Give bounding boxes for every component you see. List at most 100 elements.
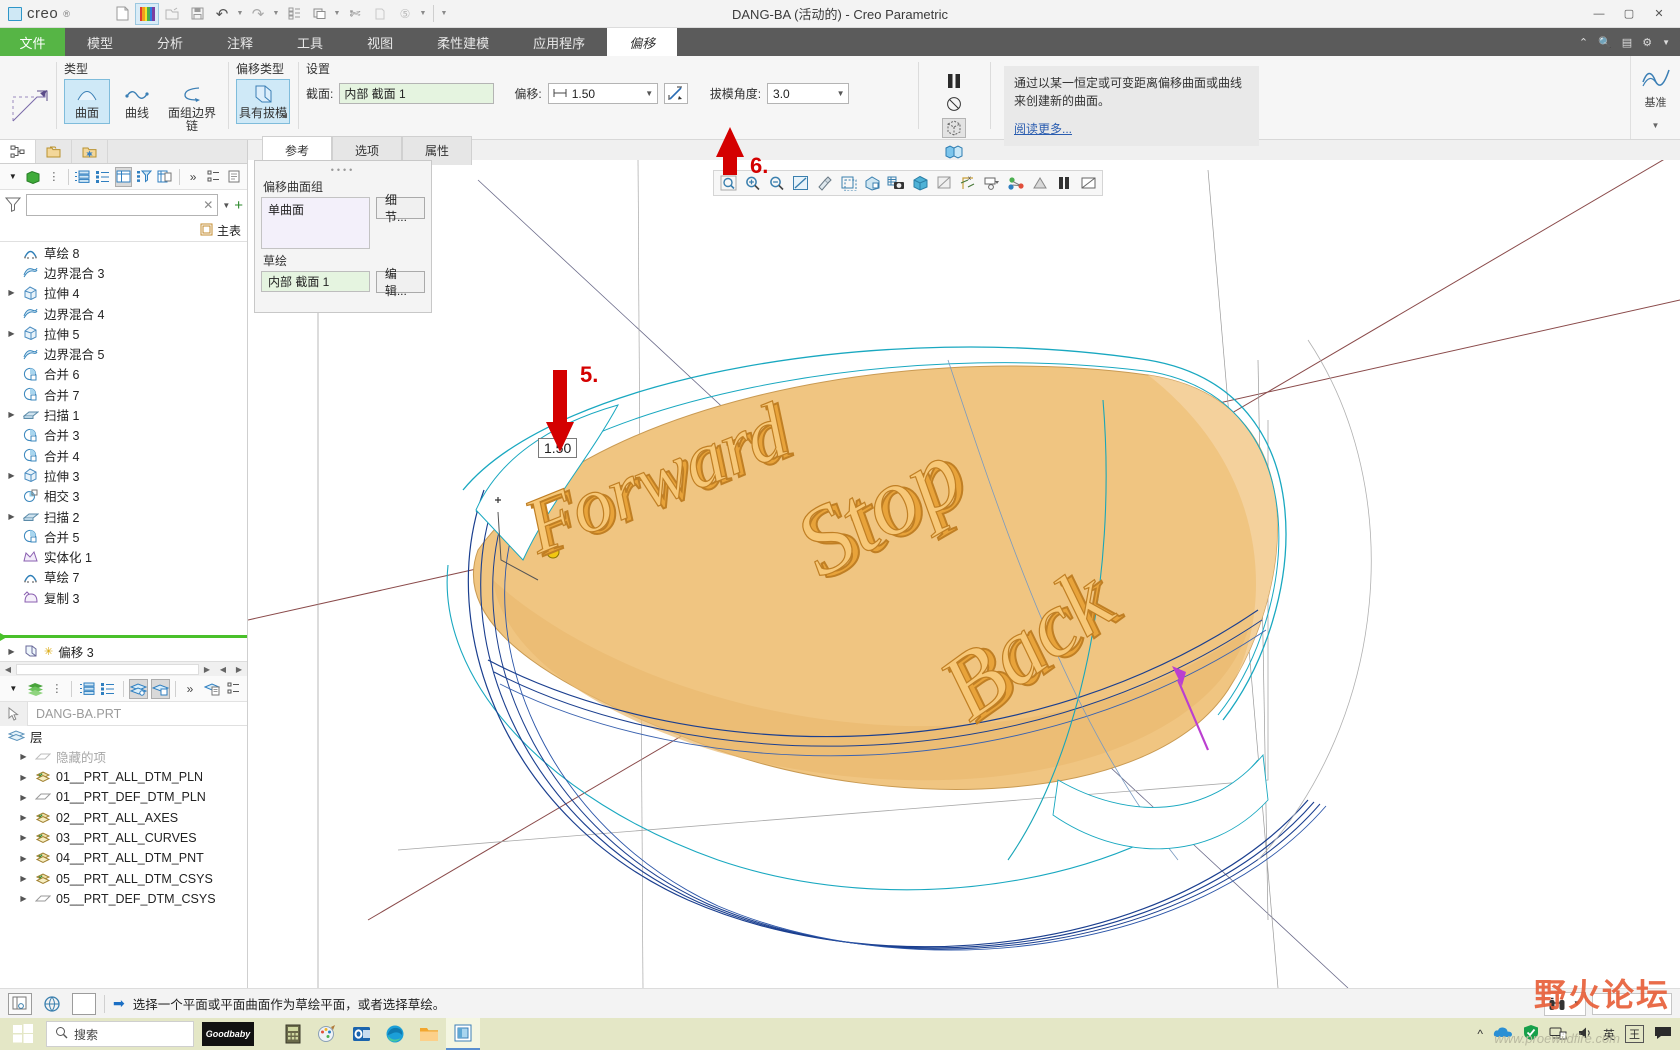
scroll-track[interactable] (16, 663, 199, 675)
save-icon[interactable] (185, 3, 209, 25)
volume-icon[interactable] (1577, 1026, 1593, 1043)
expand-icon[interactable]: ▶ (18, 813, 29, 822)
preview-geometry-icon[interactable] (942, 118, 966, 138)
model-tree-row[interactable]: 复制 3 (0, 587, 247, 607)
offset-dropdown-icon[interactable]: ▼ (642, 89, 657, 98)
scroll-left-icon[interactable]: ◀ (0, 665, 16, 674)
layers-stack-icon[interactable] (26, 679, 45, 699)
refit-icon[interactable] (789, 173, 811, 194)
spin-center-icon[interactable] (1029, 173, 1051, 194)
regenerate-icon[interactable] (282, 3, 306, 25)
model-tree-filter-input[interactable]: ✕ (26, 194, 219, 216)
tab-view[interactable]: 视图 (345, 28, 415, 56)
ribbon-tab-bar[interactable]: 文件 模型 分析 注释 工具 视图 柔性建模 应用程序 偏移 ⌃ 🔍 ▤ ⚙ ▼ (0, 28, 1680, 56)
layer-columns-icon[interactable] (224, 679, 243, 699)
layer-tree-row[interactable]: ▶ 05__PRT_DEF_DTM_CSYS (0, 889, 247, 909)
creo-app-icon[interactable] (446, 1018, 480, 1050)
graphics-viewport[interactable]: Forward Forward Stop Stop Back Back 1.50 (248, 160, 1680, 988)
tree-note-icon[interactable] (225, 167, 243, 187)
sketch-field[interactable]: 内部 截面 1 (261, 271, 370, 292)
detail-button[interactable]: 细节... (375, 193, 425, 224)
blank-icon[interactable] (72, 992, 96, 1015)
no-preview-icon[interactable] (942, 96, 966, 112)
expand-icon[interactable]: ▶ (6, 471, 17, 480)
perspective-icon[interactable] (1077, 173, 1099, 194)
draft-angle-combo[interactable]: 3.0 ▼ (767, 83, 850, 104)
taskbar-search-box[interactable]: 搜索 (46, 1021, 194, 1047)
maximize-button[interactable]: ▢ (1614, 1, 1644, 27)
layer-root-row[interactable]: 层 (0, 726, 247, 746)
calculator-app-icon[interactable] (276, 1018, 310, 1050)
draft-angle-dropdown-icon[interactable]: ▼ (833, 89, 848, 98)
tab-model[interactable]: 模型 (65, 28, 135, 56)
offset-value-combo[interactable]: 1.50 ▼ (547, 83, 658, 104)
binoculars-icon[interactable] (1545, 993, 1569, 1015)
model-tree-row[interactable]: ▶ 拉伸 3 (0, 465, 247, 485)
edge-app-icon[interactable] (378, 1018, 412, 1050)
expand-icon[interactable]: ▶ (18, 752, 29, 761)
layer-dropdown-icon[interactable]: ▼ (4, 679, 23, 699)
flip-direction-button[interactable] (663, 83, 688, 104)
edit-sketch-button[interactable]: 编辑... (375, 267, 425, 298)
tree-dropdown-icon[interactable]: ▼ (4, 167, 22, 187)
outlook-app-icon[interactable] (344, 1018, 378, 1050)
ribbon-right-controls[interactable]: ⌃ 🔍 ▤ ⚙ ▼ (1579, 28, 1680, 56)
appearance-icon[interactable] (861, 173, 883, 194)
expand-icon[interactable]: ▶ (6, 410, 17, 419)
security-icon[interactable] (1523, 1024, 1539, 1044)
model-tree-row[interactable]: 边界混合 3 (0, 262, 247, 282)
tab-applications[interactable]: 应用程序 (511, 28, 607, 56)
model-tree-row[interactable]: ▶ 扫描 2 (0, 506, 247, 526)
zoom-out-icon[interactable] (765, 173, 787, 194)
camera-icon[interactable] (885, 173, 907, 194)
selection-filter-icon[interactable] (8, 992, 32, 1015)
scroll-left2-icon[interactable]: ◀ (215, 665, 231, 674)
layer-menu-icon[interactable]: ⋮ (48, 679, 67, 699)
collapse-ribbon-icon[interactable]: ⌃ (1579, 36, 1588, 49)
datum-icon[interactable] (1641, 62, 1671, 91)
expand-icon[interactable]: ▶ (18, 773, 29, 782)
history-dropdown-icon[interactable]: ▼ (418, 10, 428, 17)
sidebar-tab-folder-browser[interactable] (36, 140, 72, 163)
layer-expand-icon[interactable] (77, 679, 96, 699)
ime-language-label[interactable]: 英 (1603, 1026, 1615, 1043)
sidebar-tab-favorites[interactable] (72, 140, 108, 163)
ime-mode-icon[interactable]: 王 (1625, 1025, 1644, 1043)
model-tree-row[interactable]: 合并 5 (0, 526, 247, 546)
expand-icon[interactable]: ▶ (18, 833, 29, 842)
offset-surface-listbox[interactable]: 单曲面 (261, 197, 370, 249)
section-field[interactable]: 内部 截面 1 (339, 83, 495, 104)
model-tree-toolbar[interactable]: ▼ ⋮ » (0, 164, 247, 190)
model-tree-row[interactable]: 实体化 1 (0, 546, 247, 566)
layer-tree-row[interactable]: ▶ 隐藏的项 (0, 747, 247, 767)
read-more-link[interactable]: 阅读更多... (1014, 120, 1072, 138)
model-tree-row[interactable]: 合并 3 (0, 425, 247, 445)
panel-grip[interactable]: •••• (261, 165, 425, 175)
layer-collapse-icon[interactable] (99, 679, 118, 699)
datum-dropdown-icon[interactable]: ▼ (1652, 121, 1660, 130)
color-palette-icon[interactable] (135, 2, 159, 25)
sidebar-tab-model-tree[interactable] (0, 140, 36, 163)
filter-dropdown-icon[interactable]: ▼ (222, 201, 230, 210)
layer-tree-row[interactable]: ▶ 05__PRT_ALL_DTM_CSYS (0, 868, 247, 888)
undo-dropdown-icon[interactable]: ▼ (235, 10, 245, 17)
saved-views-icon[interactable] (909, 173, 931, 194)
close-button[interactable]: ✕ (1644, 1, 1674, 27)
sidebar-tab-bar[interactable] (0, 140, 247, 164)
model-cube-icon[interactable] (25, 167, 43, 187)
tab-offset[interactable]: 偏移 (607, 28, 678, 56)
expand-icon[interactable]: ▶ (6, 329, 17, 338)
tree-overflow-icon[interactable]: » (184, 167, 202, 187)
layer-tree-row[interactable]: ▶ 01__PRT_DEF_DTM_PLN (0, 787, 247, 807)
layer-tree[interactable]: ▶ 隐藏的项 ▶ 01__PRT_ALL_DTM_PLN ▶ 01__PRT_DEF_DT… (0, 747, 247, 909)
copy-icon[interactable] (368, 3, 392, 25)
model-tree-row[interactable]: 草绘 8 (0, 242, 247, 262)
file-explorer-app-icon[interactable] (412, 1018, 446, 1050)
with-draft-expand-icon[interactable]: ◢ (282, 109, 287, 122)
status-search-box[interactable] (1592, 992, 1672, 1015)
model-tree-row[interactable]: 边界混合 5 (0, 343, 247, 363)
status-right-tools[interactable]: ▼ (1544, 991, 1672, 1016)
layer-tree-row[interactable]: ▶ 02__PRT_ALL_AXES (0, 807, 247, 827)
model-tree-row[interactable]: 合并 6 (0, 364, 247, 384)
model-tree-row[interactable]: ▶ 拉伸 5 (0, 323, 247, 343)
